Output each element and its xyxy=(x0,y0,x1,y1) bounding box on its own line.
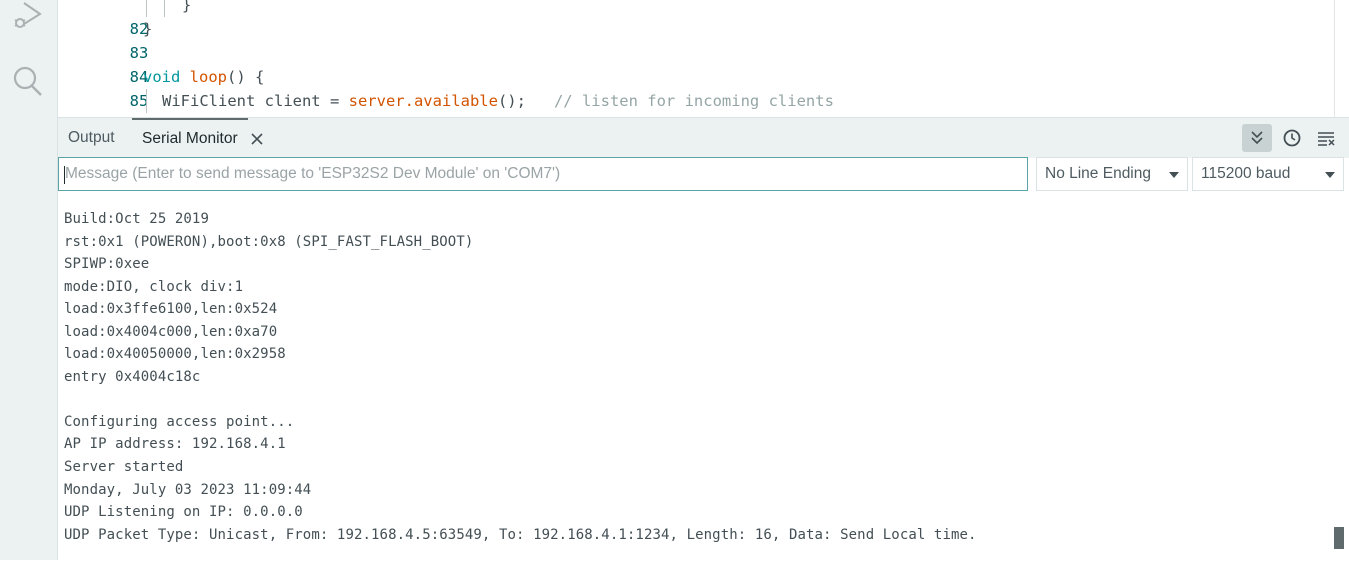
search-icon[interactable] xyxy=(11,63,45,97)
output-line: Build:Oct 25 2019 xyxy=(64,211,209,227)
output-line: entry 0x4004c18c xyxy=(64,369,201,385)
bottom-panel: Output Serial Monitor Message (Enter to … xyxy=(58,117,1349,561)
output-line: AP IP address: 192.168.4.1 xyxy=(64,436,286,452)
chevron-down-icon xyxy=(1325,172,1335,178)
close-icon[interactable] xyxy=(250,131,264,145)
output-line: UDP Packet Type: Unicast, From: 192.168.… xyxy=(64,527,977,543)
indent-guide xyxy=(146,89,147,113)
output-line: load:0x3ffe6100,len:0x524 xyxy=(64,301,278,317)
output-line: Configuring access point... xyxy=(64,414,295,430)
code-pre: WiFiClient client = xyxy=(162,92,349,110)
output-line: SPIWP:0xee xyxy=(64,256,150,272)
clock-icon xyxy=(1283,129,1301,147)
panel-tabs: Output Serial Monitor xyxy=(58,118,1349,158)
debug-icon[interactable] xyxy=(11,0,45,34)
code-line: 84 xyxy=(58,41,149,86)
autoscroll-button[interactable] xyxy=(1242,124,1272,152)
output-line: mode:DIO, clock div:1 xyxy=(64,279,244,295)
output-line: Monday, July 03 2023 11:09:44 xyxy=(64,482,312,498)
code-line: 82 } xyxy=(58,0,191,38)
indent-guide xyxy=(146,0,147,17)
baud-rate-value: 115200 baud xyxy=(1201,165,1291,182)
output-line: UDP Listening on IP: 0.0.0.0 xyxy=(64,504,303,520)
tab-serial-monitor[interactable]: Serial Monitor xyxy=(132,118,248,158)
double-chevron-down-icon xyxy=(1251,131,1263,145)
activity-bar xyxy=(0,0,58,560)
editor-scroll-border xyxy=(1334,0,1335,117)
code-text: } xyxy=(182,0,192,14)
code-comment: // listen for incoming clients xyxy=(553,92,834,110)
function-name: server.available xyxy=(348,92,498,110)
clear-output-icon xyxy=(1318,132,1335,146)
code-post: (); xyxy=(497,92,526,110)
output-line: load:0x40050000,len:0x2958 xyxy=(64,346,286,362)
output-line: Server started xyxy=(64,459,184,475)
code-line: 83 } xyxy=(58,17,153,62)
output-scrollbar-thumb[interactable] xyxy=(1334,527,1344,549)
output-line: rst:0x1 (POWERON),boot:0x8 (SPI_FAST_FLA… xyxy=(64,234,474,250)
code-text: WiFiClient client = server.available(); … xyxy=(162,89,834,113)
code-line: 86 WiFiClient client = server.available(… xyxy=(58,89,834,117)
function-name: loop xyxy=(189,68,227,86)
output-line: load:0x4004c000,len:0xa70 xyxy=(64,324,278,340)
text-caret xyxy=(64,166,65,184)
code-editor[interactable]: 82 } 83 } 84 85 void loop() { 86 WiFiCli… xyxy=(58,0,1349,117)
code-rest: () { xyxy=(227,68,265,86)
message-input[interactable]: Message (Enter to send message to 'ESP32… xyxy=(58,157,1028,191)
serial-output[interactable]: Build:Oct 25 2019 rst:0x1 (POWERON),boot… xyxy=(58,194,1349,561)
code-text: } xyxy=(143,20,153,38)
indent-guide xyxy=(164,0,165,17)
code-line: 85 void loop() { xyxy=(58,65,265,110)
baud-rate-select[interactable]: 115200 baud xyxy=(1192,157,1344,191)
chevron-down-icon xyxy=(1169,172,1179,178)
tab-output[interactable]: Output xyxy=(68,118,115,158)
tab-serial-monitor-label: Serial Monitor xyxy=(142,130,238,147)
message-input-placeholder: Message (Enter to send message to 'ESP32… xyxy=(65,165,561,182)
timestamp-button[interactable] xyxy=(1277,124,1307,152)
line-ending-select[interactable]: No Line Ending xyxy=(1036,157,1188,191)
keyword: void xyxy=(143,68,181,86)
code-text: void loop() { xyxy=(143,65,264,89)
line-ending-value: No Line Ending xyxy=(1045,165,1151,182)
clear-output-button[interactable] xyxy=(1311,124,1341,152)
